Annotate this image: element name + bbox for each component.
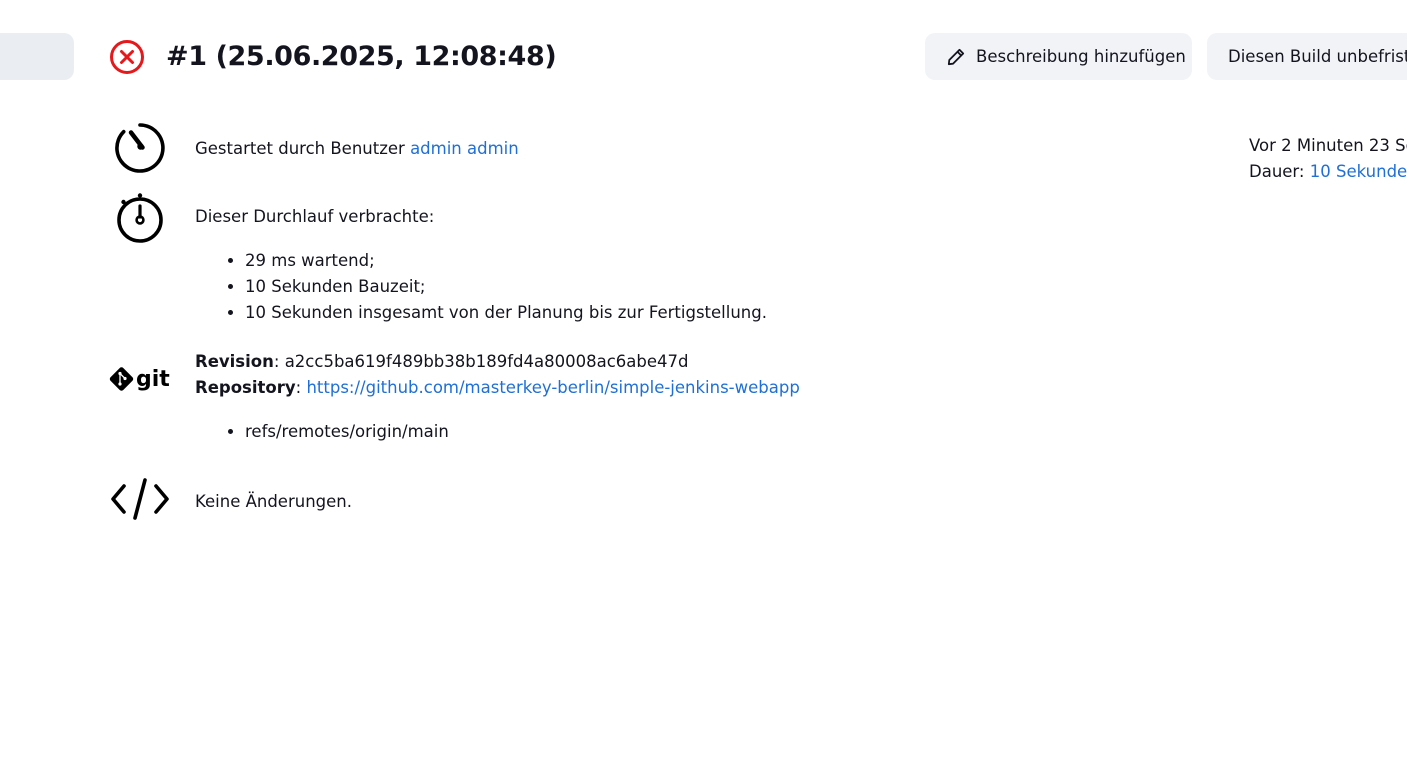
revision-label: Revision — [195, 352, 274, 371]
list-item: 10 Sekunden Bauzeit; — [245, 274, 767, 300]
svg-text:git: git — [136, 367, 170, 392]
duration-line: Dauer: 10 Sekunden — [1249, 159, 1407, 185]
keep-build-label: Diesen Build unbefristet behalten — [1228, 47, 1407, 66]
branch-list: refs/remotes/origin/main — [195, 419, 449, 445]
code-icon — [111, 478, 169, 520]
stopwatch-icon — [117, 193, 163, 243]
git-logo-icon: git — [109, 367, 170, 392]
started-by-line: Gestartet durch Benutzer admin admin — [195, 136, 519, 162]
list-item: 10 Sekunden insgesamt von der Planung bi… — [245, 300, 767, 326]
sidebar-tab[interactable] — [0, 33, 74, 80]
user-link[interactable]: admin admin — [410, 139, 519, 158]
repository-link[interactable]: https://github.com/masterkey-berlin/simp… — [306, 378, 799, 397]
repository-line: Repository: https://github.com/masterkey… — [195, 378, 800, 397]
timings-intro: Dieser Durchlauf verbrachte: — [195, 207, 435, 226]
build-meta: Vor 2 Minuten 23 Sekunden Dauer: 10 Seku… — [1249, 133, 1407, 185]
started-by-text: Gestartet durch Benutzer — [195, 139, 405, 158]
timer-icon — [115, 123, 165, 173]
add-description-button[interactable]: Beschreibung hinzufügen — [925, 33, 1192, 80]
started-ago-text: Vor 2 Minuten 23 Sekunden — [1249, 136, 1407, 155]
pencil-icon — [947, 48, 965, 65]
revision-value: a2cc5ba619f489bb38b189fd4a80008ac6abe47d — [284, 352, 689, 371]
timings-list: 29 ms wartend; 10 Sekunden Bauzeit; 10 S… — [195, 248, 767, 326]
keep-build-forever-button[interactable]: Diesen Build unbefristet behalten — [1207, 33, 1407, 80]
list-item: 29 ms wartend; — [245, 248, 767, 274]
duration-link[interactable]: 10 Sekunden — [1310, 162, 1407, 181]
failed-x-circle-icon — [110, 40, 144, 74]
repository-label: Repository — [195, 378, 296, 397]
add-description-label: Beschreibung hinzufügen — [976, 47, 1186, 66]
revision-line: Revision: a2cc5ba619f489bb38b189fd4a8000… — [195, 352, 689, 371]
duration-label: Dauer: — [1249, 162, 1305, 181]
list-item: refs/remotes/origin/main — [245, 419, 449, 445]
page-title: #1 (25.06.2025, 12:08:48) — [166, 41, 557, 72]
changes-text: Keine Änderungen. — [195, 492, 352, 511]
